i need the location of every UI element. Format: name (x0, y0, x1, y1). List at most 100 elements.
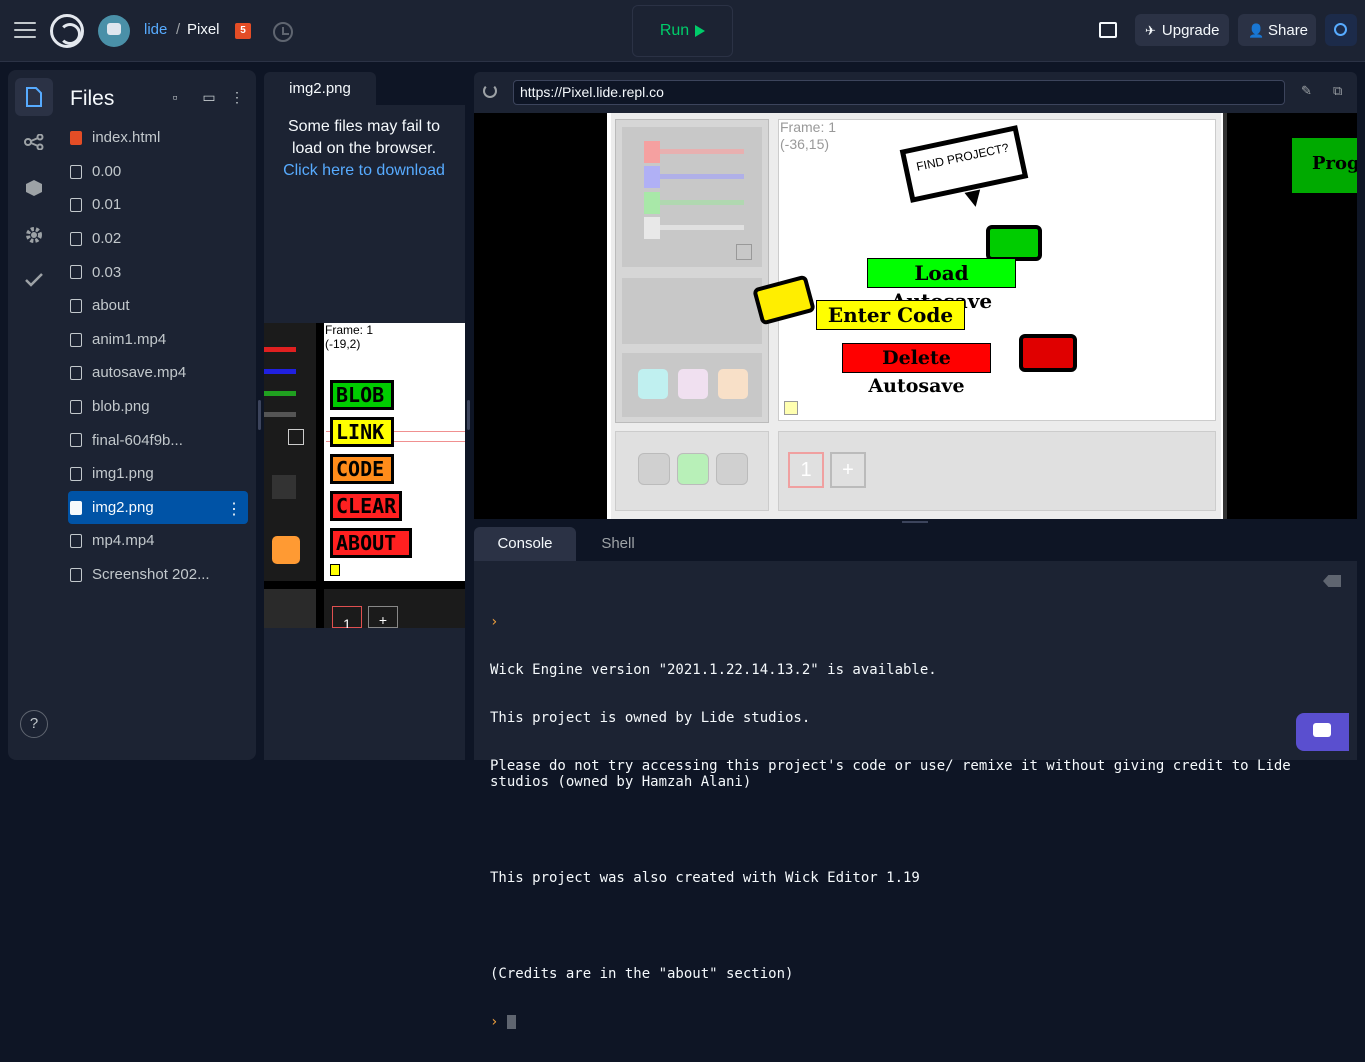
game-frame-label: Frame: 1 (780, 119, 837, 135)
green-blob (986, 225, 1042, 261)
html5-file-icon (70, 131, 82, 145)
help-button[interactable]: ? (20, 710, 48, 738)
console-body[interactable]: › Wick Engine version "2021.1.22.14.13.2… (474, 561, 1357, 1030)
replit-logo[interactable] (50, 14, 84, 48)
file-icon (70, 164, 82, 179)
file-item[interactable]: index.html (68, 121, 248, 155)
tab-console[interactable]: Console (474, 527, 576, 561)
tab-shell[interactable]: Shell (576, 527, 660, 561)
user-avatar[interactable] (98, 15, 130, 47)
file-item[interactable]: mp4.mp4 (68, 524, 248, 558)
file-name: 0.00 (92, 162, 122, 180)
git-icon[interactable] (15, 123, 53, 161)
file-icon (70, 298, 82, 313)
file-name: about (92, 297, 130, 315)
tab-img2[interactable]: img2.png (264, 72, 376, 105)
file-icon (70, 198, 82, 213)
play-icon (695, 25, 706, 37)
game-add-frame[interactable]: + (830, 452, 866, 488)
file-name: Screenshot 202... (92, 566, 210, 584)
breadcrumb-separator: / (176, 21, 181, 38)
game-frame-number[interactable]: 1 (788, 452, 824, 488)
checkmark-icon[interactable] (15, 261, 53, 299)
share-label: Share (1268, 21, 1309, 39)
console-cursor[interactable] (506, 1015, 516, 1029)
upgrade-button[interactable]: ✈ Upgrade (1135, 14, 1229, 46)
share-button[interactable]: 👤 Share (1238, 14, 1316, 46)
file-item[interactable]: 0.03 (68, 255, 248, 289)
search-icon[interactable] (1325, 14, 1357, 46)
file-item[interactable]: 0.01 (68, 188, 248, 222)
file-name: img2.png (92, 498, 154, 516)
history-icon[interactable] (273, 22, 293, 42)
download-link[interactable]: Click here to download (283, 162, 445, 179)
file-item[interactable]: blob.png (68, 390, 248, 424)
tool-rail: ? (8, 70, 60, 760)
add-folder-icon[interactable]: ▭ (202, 90, 216, 104)
run-label: Run (659, 22, 690, 39)
file-item[interactable]: img1.png (68, 457, 248, 491)
file-name: 0.01 (92, 196, 122, 214)
preview-frame-number: 1 (332, 606, 362, 628)
file-icon (70, 466, 82, 481)
settings-gear-icon[interactable] (15, 216, 53, 254)
files-resize-handle[interactable] (258, 400, 261, 430)
preview-menu-clear: CLEAR (330, 491, 402, 521)
add-file-icon[interactable]: ▫ (168, 90, 182, 104)
preview-resize-handle[interactable] (467, 400, 470, 430)
file-name: blob.png (92, 398, 150, 416)
console-line: Wick Engine version "2021.1.22.14.13.2" … (490, 662, 937, 678)
file-list: index.html 0.00 0.01 0.02 0.03 about anim1.mp4… (68, 121, 248, 591)
file-options-icon[interactable]: ⋮ (226, 499, 242, 519)
breadcrumb-repl-name[interactable]: Pixel (187, 21, 220, 38)
help-chat-icon[interactable] (1296, 713, 1349, 751)
packages-icon[interactable] (15, 169, 53, 207)
file-item[interactable]: autosave.mp4 (68, 356, 248, 390)
file-name: final-604f9b... (92, 431, 183, 449)
load-autosave-button[interactable]: Load Autosave (867, 258, 1016, 313)
file-icon (70, 433, 82, 448)
delete-autosave-button[interactable]: Delete Autosave (842, 343, 991, 397)
menu-icon[interactable] (14, 22, 36, 38)
file-icon (70, 265, 82, 280)
file-item[interactable]: 0.02 (68, 222, 248, 256)
breadcrumb-user[interactable]: lide (144, 21, 167, 38)
console-line: This project was also created with Wick … (490, 870, 920, 886)
enter-code-button[interactable]: Enter Code (816, 300, 965, 330)
html5-icon[interactable]: 5 (235, 23, 251, 39)
file-item[interactable]: about (68, 289, 248, 323)
preview-menu-code: CODE (330, 454, 394, 484)
file-name: 0.02 (92, 230, 122, 248)
file-item[interactable]: img2.png ⋮ (68, 490, 248, 525)
file-item[interactable]: Screenshot 202... (68, 558, 248, 592)
run-button[interactable]: Run (632, 5, 733, 57)
file-icon (70, 500, 82, 515)
chat-icon[interactable] (1099, 22, 1117, 38)
file-icon (70, 332, 82, 347)
more-options-icon[interactable]: ⋮ (230, 90, 244, 104)
reload-icon[interactable] (483, 84, 497, 98)
rocket-icon: ✈ (1145, 23, 1156, 38)
file-icon (70, 231, 82, 246)
file-icon (70, 366, 82, 381)
file-name: 0.03 (92, 263, 122, 281)
progress-banner[interactable]: Progre (1292, 138, 1357, 193)
file-item[interactable]: 0.00 (68, 155, 248, 189)
file-item[interactable]: anim1.mp4 (68, 323, 248, 357)
file-name: mp4.mp4 (92, 532, 155, 550)
console-resize-handle[interactable] (902, 521, 928, 523)
files-icon[interactable] (15, 78, 53, 116)
files-pane: Files ▫ ▭ ⋮ index.html 0.00 0.01 0.02 0.03 ab… (60, 70, 256, 760)
preview-menu-blob: BLOB (330, 380, 394, 410)
file-item[interactable]: final-604f9b... (68, 423, 248, 457)
top-bar: lide / Pixel 5 Run ✈ Upgrade 👤 Share (0, 0, 1365, 62)
console-pane: Console Shell › Wick Engine version "202… (474, 525, 1357, 1030)
url-bar[interactable]: https://Pixel.lide.repl.co (513, 80, 1285, 105)
game-coords: (-36,15) (780, 136, 830, 152)
edit-icon[interactable]: ✎ (1301, 83, 1315, 98)
game-canvas[interactable]: Frame: 1 (-36,15) FIND PROJECT? Load Aut… (474, 113, 1357, 519)
open-new-tab-icon[interactable]: ⧉ (1333, 83, 1347, 98)
prompt-icon: › (490, 614, 499, 630)
